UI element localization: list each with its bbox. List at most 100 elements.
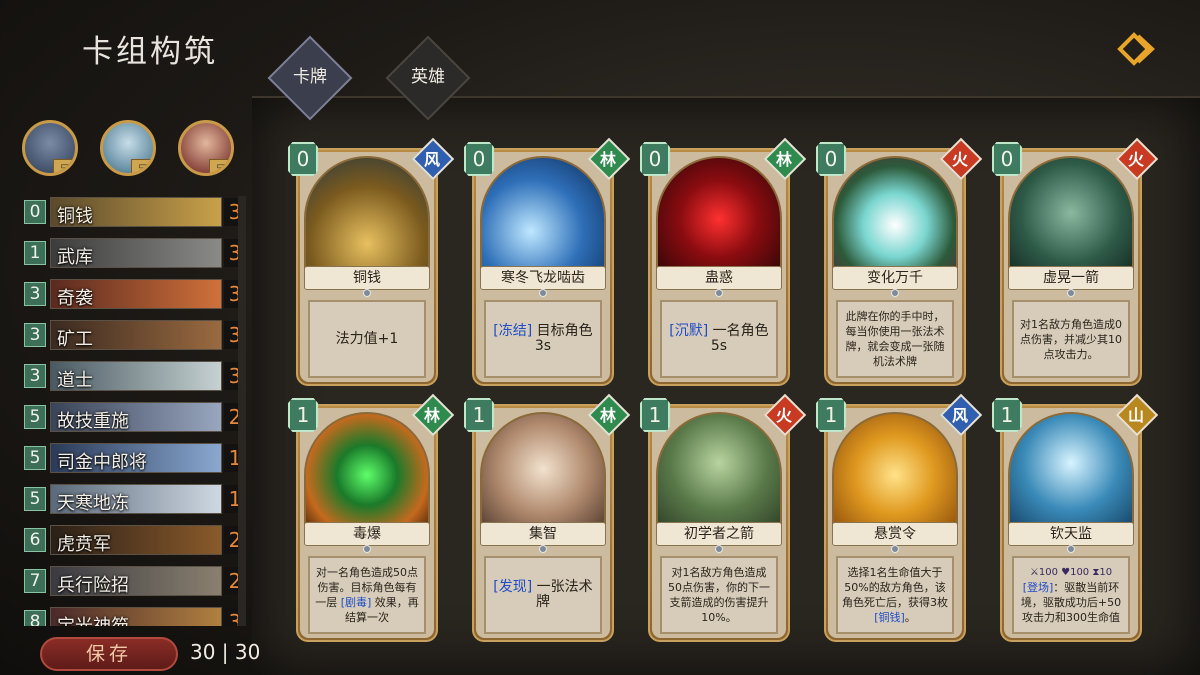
card[interactable]: 集智 [发现] 一张法术牌 1 林 — [464, 393, 631, 644]
card-gem — [891, 545, 899, 553]
deck-list-item[interactable]: 5 故技重施 2 — [22, 401, 246, 433]
card-mana-cost: 1 — [816, 398, 846, 432]
card-art — [656, 412, 782, 538]
card-mana-cost: 0 — [464, 142, 494, 176]
card-gem — [715, 545, 723, 553]
card-art — [480, 156, 606, 282]
keyword: [登场] — [1022, 581, 1054, 594]
card[interactable]: 寒冬飞龙啮齿 [冻结] 目标角色3s 0 林 — [464, 137, 631, 388]
deck-count: 30 | 30 — [190, 640, 261, 664]
card-desc-text: 法力值+1 — [335, 330, 399, 347]
hero-badge: ▭ — [209, 159, 231, 173]
card-desc-text: 此牌在你的手中时，每当你使用一张法术牌，就会变成一张随机法术牌 — [845, 310, 945, 368]
card-name: 武库 — [57, 247, 93, 268]
card-gem — [1067, 545, 1075, 553]
card-desc-text: 对1名敌方角色造成50点伤害，你的下一支箭造成的伤害提升10%。 — [668, 566, 770, 624]
card-cost: 3 — [24, 364, 46, 388]
card-cost: 5 — [24, 405, 46, 429]
card[interactable]: 初学者之箭 对1名敌方角色造成50点伤害，你的下一支箭造成的伤害提升10%。 1 火 — [640, 393, 807, 644]
card-desc-text: 对1名敌方角色造成0点伤害，并减少其10点攻击力。 — [1020, 317, 1122, 361]
card[interactable]: 蛊惑 [沉默] 一名角色5s 0 林 — [640, 137, 807, 388]
card-title: 毒爆 — [304, 522, 430, 546]
card[interactable]: 变化万千此牌在你的手中时，每当你使用一张法术牌，就会变成一张随机法术牌 0 火 — [816, 137, 983, 388]
card-mana-cost: 0 — [992, 142, 1022, 176]
card-banner: 司金中郎将 — [50, 443, 222, 473]
element-label: 林 — [599, 150, 616, 169]
deck-list[interactable]: 0 铜钱 3 1 武库 3 3 奇袭 3 3 矿工 3 3 道士 3 5 故技重施 2 5 司金中郎将 1 5 天寒地冻 1 6… — [22, 196, 250, 626]
save-button[interactable]: 保存 — [40, 637, 178, 671]
card[interactable]: 铜钱 法力值+1 0 风 — [288, 137, 455, 388]
card-mana-cost: 0 — [816, 142, 846, 176]
card-title: 钦天监 — [1008, 522, 1134, 546]
hero-portrait-1[interactable]: ▭ — [22, 120, 78, 176]
deck-list-scrollbar[interactable] — [238, 196, 246, 626]
card-banner: 奇袭 — [50, 279, 222, 309]
card-art — [656, 156, 782, 282]
card-name: 矿工 — [57, 329, 93, 350]
card-art — [304, 156, 430, 282]
card-desc-text: 目标角色3s — [532, 323, 593, 354]
card-mana-cost: 1 — [640, 398, 670, 432]
card[interactable]: 虚晃一箭 对1名敌方角色造成0点伤害，并减少其10点攻击力。 0 火 — [992, 137, 1159, 388]
card-banner: 矿工 — [50, 320, 222, 350]
element-label: 火 — [951, 150, 968, 169]
card-mana-cost: 0 — [640, 142, 670, 176]
card-name: 虎贲军 — [57, 534, 111, 555]
card-gem — [715, 289, 723, 297]
tab-cards-label[interactable]: 卡牌 — [270, 62, 350, 87]
keyword: [沉默] — [669, 323, 709, 339]
card-cost: 6 — [24, 528, 46, 552]
element-label: 林 — [423, 406, 440, 425]
deck-list-item[interactable]: 3 道士 3 — [22, 360, 246, 392]
element-label: 山 — [1127, 406, 1144, 425]
card-gem — [363, 545, 371, 553]
card-gem — [891, 289, 899, 297]
card-banner: 铜钱 — [50, 197, 222, 227]
card[interactable]: 悬赏令 选择1名生命值大于50%的敌方角色，该角色死亡后，获得3枚 [铜钱]。 1 风 — [816, 393, 983, 644]
hero-portrait-3[interactable]: ▭ — [178, 120, 234, 176]
card-name: 天寒地冻 — [57, 493, 129, 514]
card-cost: 3 — [24, 323, 46, 347]
card-description: 选择1名生命值大于50%的敌方角色，该角色死亡后，获得3枚 [铜钱]。 — [836, 556, 954, 634]
deck-list-item[interactable]: 0 铜钱 3 — [22, 196, 246, 228]
deck-list-item[interactable]: 5 天寒地冻 1 — [22, 483, 246, 515]
card-name: 司金中郎将 — [57, 452, 147, 473]
card-art — [1008, 412, 1134, 538]
card-title: 变化万千 — [832, 266, 958, 290]
card-cost: 8 — [24, 610, 46, 626]
next-arrow-icon[interactable] — [1116, 30, 1158, 68]
card-mana-cost: 1 — [288, 398, 318, 432]
card-banner: 兵行险招 — [50, 566, 222, 596]
deck-list-item[interactable]: 8宝光神笏3 — [22, 606, 246, 626]
element-label: 林 — [775, 150, 792, 169]
card-art — [832, 412, 958, 538]
deck-list-item[interactable]: 5 司金中郎将 1 — [22, 442, 246, 474]
card-description: 对1名敌方角色造成50点伤害，你的下一支箭造成的伤害提升10%。 — [660, 556, 778, 634]
card-name: 铜钱 — [57, 206, 93, 227]
deck-list-item[interactable]: 1 武库 3 — [22, 237, 246, 269]
card-gem — [539, 289, 547, 297]
card-description: 法力值+1 — [308, 300, 426, 378]
card-mana-cost: 1 — [464, 398, 494, 432]
card-name: 故技重施 — [57, 411, 129, 432]
tab-heroes-label[interactable]: 英雄 — [388, 62, 468, 87]
card-title: 蛊惑 — [656, 266, 782, 290]
hero-portrait-2[interactable]: ▭ — [100, 120, 156, 176]
page-title: 卡组构筑 — [82, 34, 218, 70]
deck-list-item[interactable]: 7 兵行险招 2 — [22, 565, 246, 597]
card-art — [832, 156, 958, 282]
card[interactable]: 钦天监 ⚔100 ♥100 ⧗10 [登场]：驱散当前环境，驱散成功后+50攻击力和… — [992, 393, 1159, 644]
deck-list-item[interactable]: 3 奇袭 3 — [22, 278, 246, 310]
card-title: 初学者之箭 — [656, 522, 782, 546]
card-cost: 5 — [24, 446, 46, 470]
card[interactable]: 毒爆 对一名角色造成50点伤害。目标角色每有一层 [剧毒] 效果，再结算一次 1 林 — [288, 393, 455, 644]
keyword: [冻结] — [493, 323, 533, 339]
card-cost: 1 — [24, 241, 46, 265]
element-label: 火 — [1127, 150, 1144, 169]
deck-list-item[interactable]: 6 虎贲军 2 — [22, 524, 246, 556]
card-name: 宝光神笏 — [57, 612, 129, 626]
card-name: 奇袭 — [57, 288, 93, 309]
card-banner: 故技重施 — [50, 402, 222, 432]
deck-list-item[interactable]: 3 矿工 3 — [22, 319, 246, 351]
card-name: 兵行险招 — [57, 575, 129, 596]
